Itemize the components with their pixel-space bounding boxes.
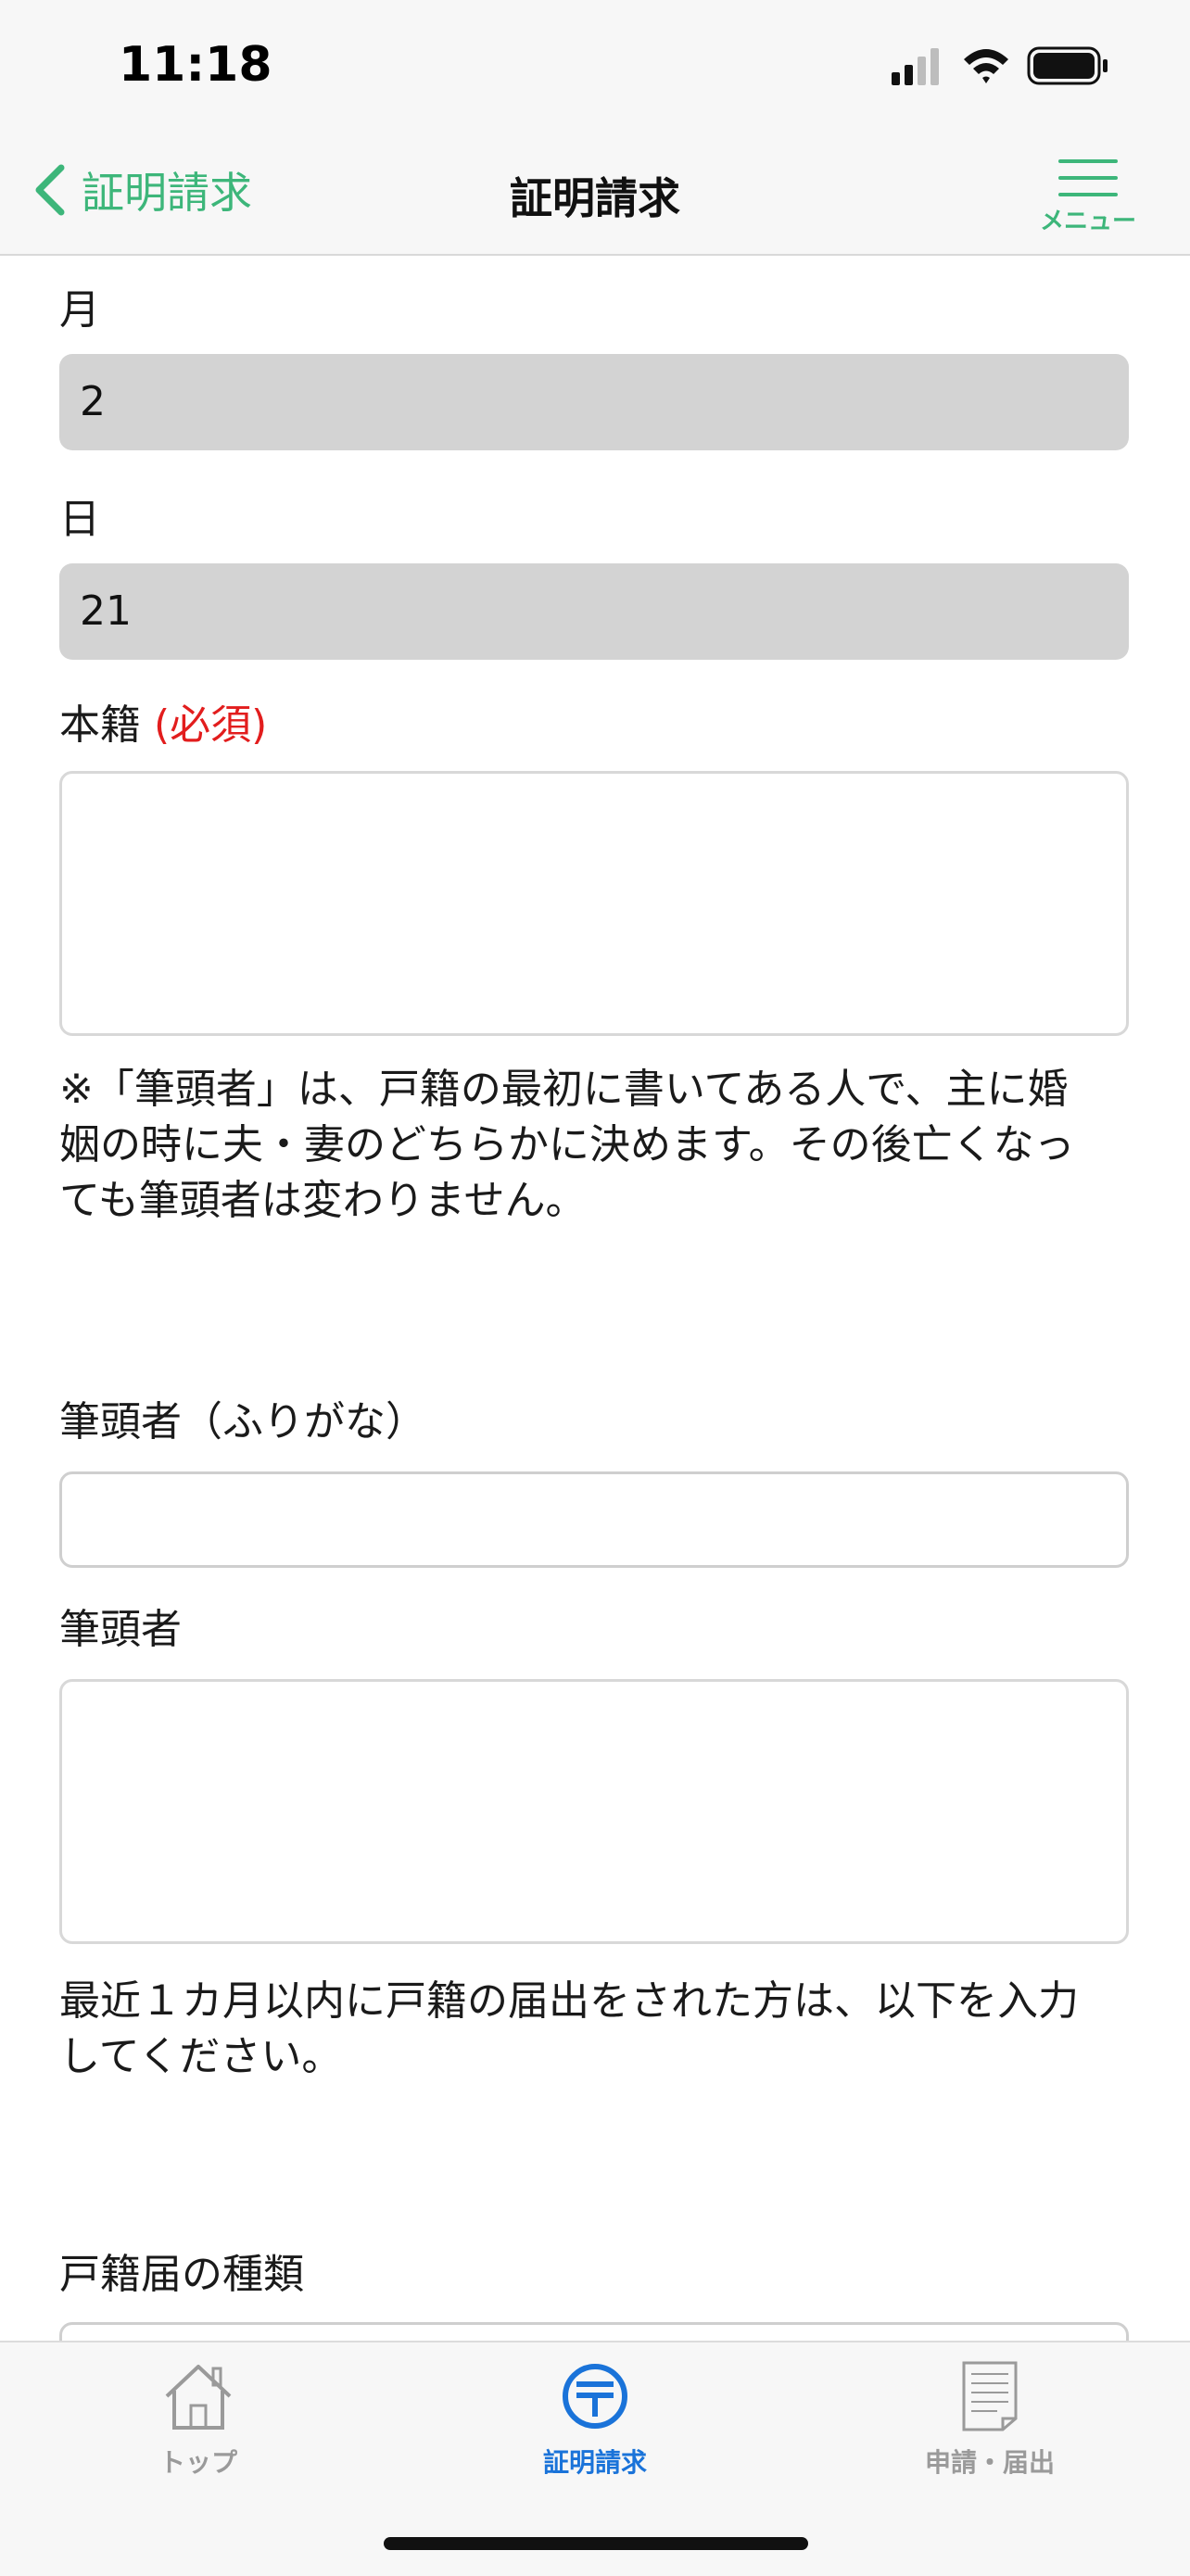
page-title: 証明請求 — [510, 173, 680, 223]
tab-certificate-request[interactable]: 証明請求 — [475, 2359, 715, 2480]
home-indicator — [384, 2537, 808, 2550]
day-label: 日 — [59, 496, 100, 543]
month-field[interactable]: 2 — [59, 354, 1129, 450]
postal-mark-icon — [563, 2364, 627, 2429]
form-content[interactable]: 月 2 日 21 本籍 (必須) ※「筆頭者」は、戸籍の最初に書いてある人で、主… — [0, 256, 1190, 2341]
todoke-type-select[interactable] — [59, 2322, 1129, 2341]
wifi-icon — [964, 49, 1008, 83]
house-icon — [165, 2365, 232, 2430]
menu-button[interactable]: メニュー — [1032, 158, 1144, 235]
tab-top[interactable]: トップ — [78, 2359, 319, 2480]
required-badge: (必須) — [154, 701, 268, 749]
honseki-label-text: 本籍 — [59, 701, 141, 749]
cellular-signal-icon — [892, 48, 939, 85]
status-time: 11:18 — [119, 37, 272, 93]
hamburger-menu-icon — [1058, 159, 1118, 196]
todoke-type-label: 戸籍届の種類 — [59, 2251, 304, 2298]
honseki-label: 本籍 (必須) — [59, 691, 267, 751]
tab-application-label: 申請・届出 — [924, 2447, 1055, 2478]
tab-top-label: トップ — [158, 2447, 237, 2478]
tab-application[interactable]: 申請・届出 — [869, 2359, 1110, 2480]
navigation-bar: 証明請求 証明請求 メニュー — [0, 130, 1190, 256]
status-icons — [892, 44, 1114, 89]
battery-icon — [1027, 46, 1108, 85]
hittousha-textarea[interactable] — [59, 1679, 1129, 1944]
hittousha-label: 筆頭者 — [59, 1606, 182, 1653]
hittousha-kana-label: 筆頭者（ふりがな） — [59, 1398, 426, 1446]
document-icon — [962, 2361, 1018, 2431]
day-field[interactable]: 21 — [59, 563, 1129, 660]
hittousha-kana-input[interactable] — [59, 1471, 1129, 1568]
status-bar: 11:18 — [0, 0, 1190, 130]
month-label: 月 — [59, 286, 100, 334]
honseki-textarea[interactable] — [59, 771, 1129, 1036]
menu-label: メニュー — [1039, 208, 1136, 235]
recent-filing-note: 最近１カ月以内に戸籍の届出をされた方は、以下を入力してください。 — [59, 1977, 1079, 2080]
hittousha-note: ※「筆頭者」は、戸籍の最初に書いてある人で、主に婚姻の時に夫・妻のどちらかに決め… — [59, 1066, 1075, 1224]
tab-certificate-request-label: 証明請求 — [542, 2447, 647, 2478]
